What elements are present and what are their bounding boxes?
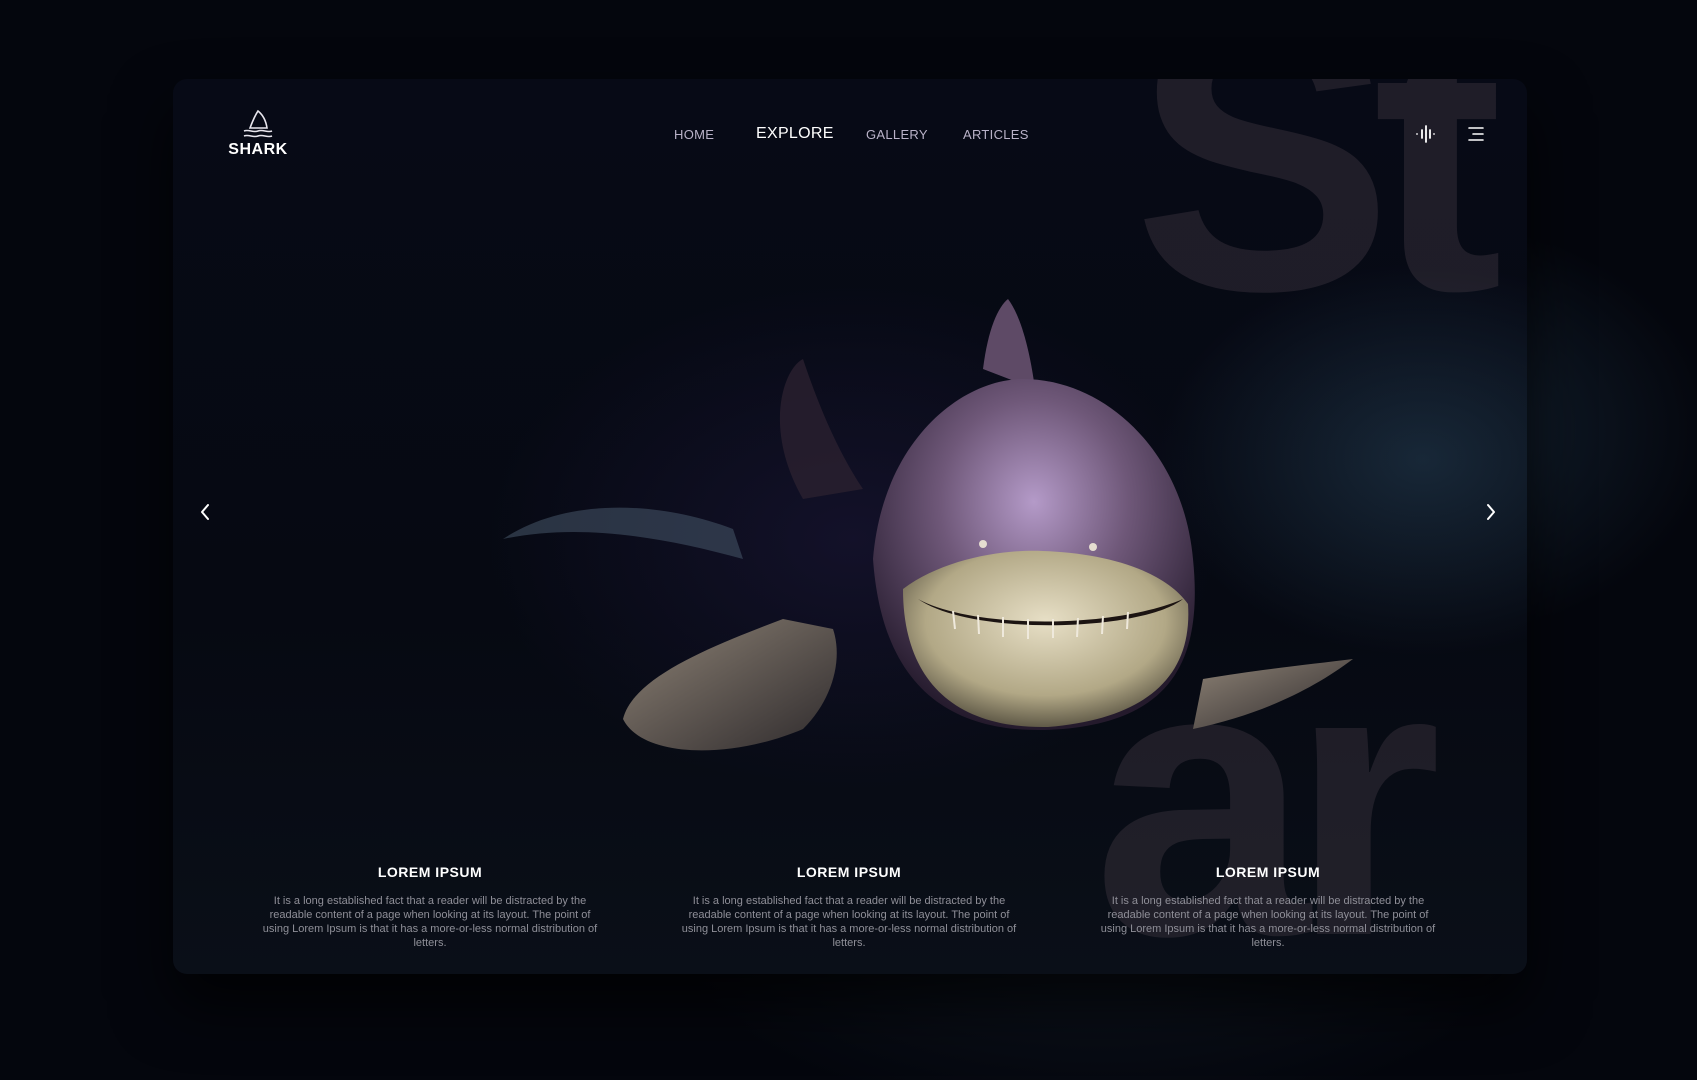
card-title: LOREM IPSUM [1215, 864, 1321, 880]
chevron-left-icon [201, 504, 209, 520]
feature-card: LOREM IPSUM It is a long established fac… [1093, 864, 1443, 950]
hero-frame: St ar SHARK HOME EXPLORE GALLERY ARTICLE… [173, 79, 1527, 974]
main-nav: HOME EXPLORE GALLERY ARTICLES [173, 125, 1527, 149]
nav-home[interactable]: HOME [674, 127, 714, 142]
nav-explore[interactable]: EXPLORE [756, 125, 834, 143]
audio-wave-icon[interactable] [1415, 125, 1437, 143]
card-body: It is a long established fact that a rea… [681, 895, 1017, 949]
hamburger-menu-icon[interactable] [1467, 125, 1485, 143]
chevron-right-icon [1487, 504, 1495, 520]
card-body: It is a long established fact that a rea… [262, 895, 598, 949]
card-title: LOREM IPSUM [377, 864, 483, 880]
nav-gallery[interactable]: GALLERY [866, 127, 928, 142]
card-body: It is a long established fact that a rea… [1100, 895, 1436, 949]
feature-card: LOREM IPSUM It is a long established fac… [255, 864, 605, 950]
card-title: LOREM IPSUM [796, 864, 902, 880]
shark-image [503, 299, 1353, 751]
nav-articles[interactable]: ARTICLES [963, 127, 1029, 142]
feature-card: LOREM IPSUM It is a long established fac… [674, 864, 1024, 950]
carousel-prev-button[interactable] [198, 501, 212, 529]
carousel-next-button[interactable] [1484, 501, 1498, 529]
